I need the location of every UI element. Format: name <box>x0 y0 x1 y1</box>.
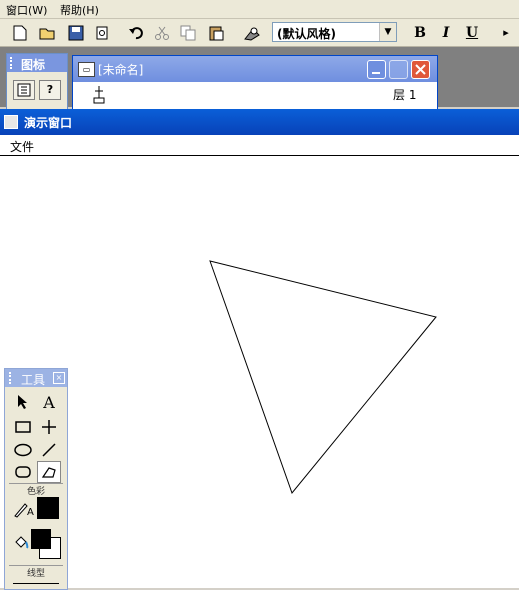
style-dropdown[interactable]: (默认风格) ▼ <box>272 22 397 42</box>
italic-button[interactable]: I <box>436 23 456 43</box>
flow-line-icon[interactable] <box>93 86 105 107</box>
calc-icon[interactable] <box>13 80 35 100</box>
text-tool-icon[interactable]: A <box>37 391 61 413</box>
minimize-icon[interactable] <box>367 60 386 79</box>
flowline-title: [未命名] <box>98 63 144 77</box>
crosshair-line-tool-icon[interactable] <box>37 416 61 438</box>
help-icon[interactable]: ? <box>39 80 61 100</box>
diagonal-line-tool-icon[interactable] <box>37 439 61 461</box>
menubar: 窗口(W) 帮助(H) <box>0 0 519 19</box>
undo-icon[interactable] <box>126 23 146 43</box>
more-button[interactable]: ▸ <box>496 23 516 43</box>
presentation-menubar: 文件 <box>0 135 519 156</box>
close-icon[interactable]: × <box>53 372 65 384</box>
drawing-canvas[interactable] <box>0 156 519 588</box>
maximize-icon[interactable] <box>389 60 408 79</box>
menu-file[interactable]: 文件 <box>10 138 34 155</box>
paint-bucket-icon <box>9 531 33 553</box>
line-style-section-label: 线型 <box>9 565 63 579</box>
flowline-titlebar[interactable]: ▭ [未命名] <box>73 56 437 82</box>
toolbar: (默认风格) ▼ B I U ▸ <box>0 19 519 47</box>
cut-icon[interactable] <box>152 23 172 43</box>
style-dropdown-value: (默认风格) <box>277 27 336 41</box>
line-color-swatch[interactable] <box>37 497 59 519</box>
menu-window[interactable]: 窗口(W) <box>6 2 47 18</box>
underline-button[interactable]: U <box>462 23 482 43</box>
bold-button[interactable]: B <box>410 23 430 43</box>
line-style-sample[interactable] <box>13 583 59 584</box>
grip-icon[interactable] <box>10 57 15 69</box>
color-section-label: 色彩 <box>9 483 63 497</box>
copy-icon[interactable] <box>178 23 198 43</box>
find-icon[interactable] <box>242 23 262 43</box>
import-icon[interactable] <box>92 23 112 43</box>
presentation-window-icon <box>4 115 18 129</box>
close-icon[interactable] <box>411 60 430 79</box>
fill-fore-color-swatch[interactable] <box>31 529 51 549</box>
pointer-tool-icon[interactable] <box>11 391 35 413</box>
tools-palette-title: 工具 <box>21 373 46 387</box>
polygon-tool-icon[interactable] <box>37 461 61 483</box>
chevron-down-icon[interactable]: ▼ <box>379 23 396 41</box>
open-icon[interactable] <box>38 23 58 43</box>
presentation-window: 演示窗口 文件 <box>0 109 519 588</box>
tools-palette: 工具 × A 色彩 A 线型 <box>4 368 68 590</box>
presentation-titlebar[interactable]: 演示窗口 <box>0 109 519 135</box>
presentation-title: 演示窗口 <box>24 116 73 130</box>
line-color-label: A <box>27 507 34 518</box>
rectangle-tool-icon[interactable] <box>11 416 35 438</box>
tools-palette-header[interactable]: 工具 × <box>5 369 67 387</box>
icon-palette-title: 图标 <box>21 58 46 72</box>
paste-icon[interactable] <box>206 23 226 43</box>
flowline-window-icon: ▭ <box>78 62 95 77</box>
new-icon[interactable] <box>10 23 30 43</box>
ellipse-tool-icon[interactable] <box>11 439 35 461</box>
icon-palette: 图标 ? <box>6 53 68 111</box>
grip-icon[interactable] <box>9 372 14 384</box>
icon-palette-header[interactable]: 图标 <box>7 54 67 72</box>
rounded-rectangle-tool-icon[interactable] <box>11 461 35 483</box>
save-icon[interactable] <box>66 23 86 43</box>
level-label: 层 1 <box>393 88 417 102</box>
flowline-window: ▭ [未命名] 层 1 <box>72 55 438 113</box>
menu-help[interactable]: 帮助(H) <box>60 2 99 18</box>
triangle-shape[interactable] <box>209 260 437 495</box>
